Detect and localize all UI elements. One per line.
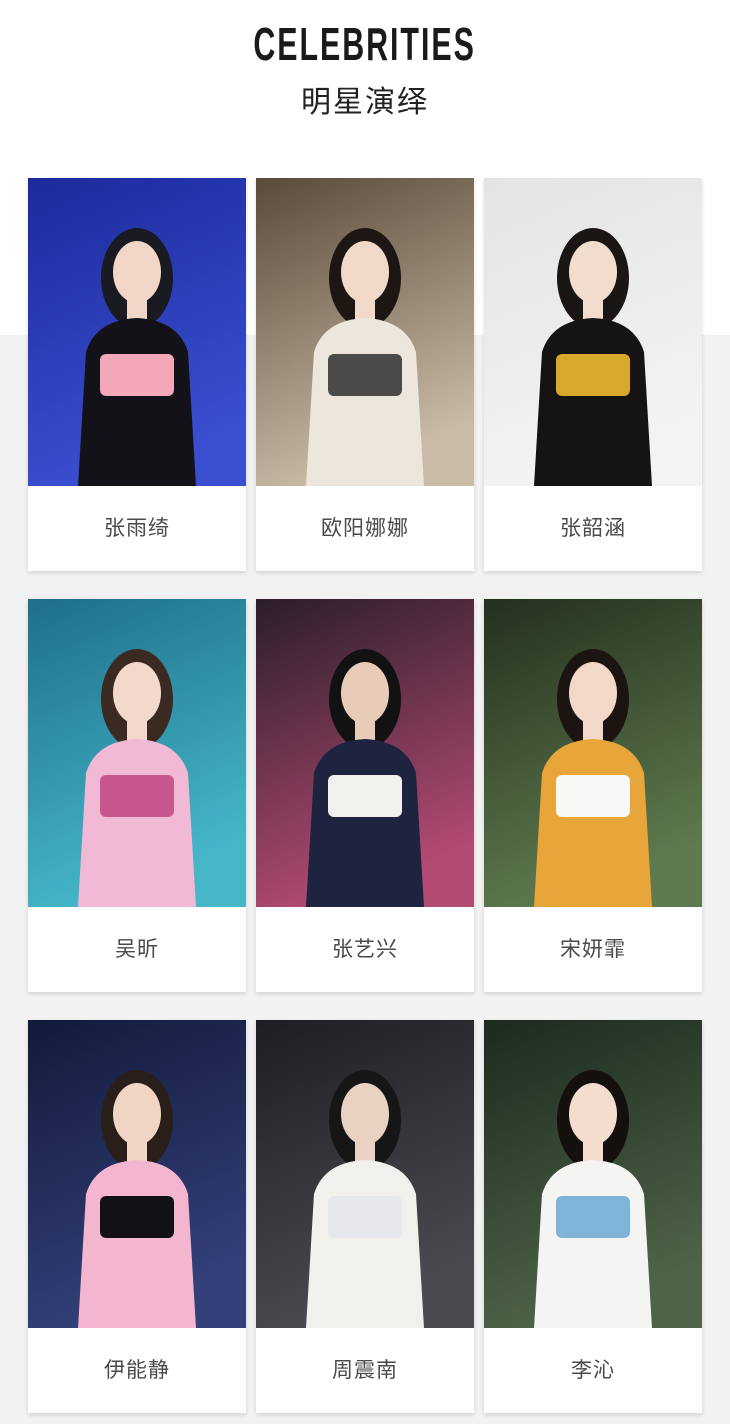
figure-head [113,1083,161,1145]
figure-accent [556,1196,630,1238]
figure-head [569,1083,617,1145]
celebrity-card: 周震南 [256,1020,474,1413]
celebrity-card: 张雨绮 [28,178,246,571]
figure-head [341,241,389,303]
figure-body [534,739,652,907]
celebrity-photo [256,599,474,907]
celebrity-photo [256,1020,474,1328]
figure-body [78,1160,196,1328]
celebrity-name: 欧阳娜娜 [321,515,409,540]
figure-accent [328,354,402,396]
photo-placeholder [484,1020,702,1328]
photo-placeholder [28,1020,246,1328]
photo-placeholder [256,599,474,907]
figure-accent [556,775,630,817]
celebrity-photo [28,178,246,486]
figure-head [113,662,161,724]
celebrity-photo [484,599,702,907]
section-title: CELEBRITIES [0,21,730,67]
figure-body [306,739,424,907]
celebrity-name: 吴昕 [115,936,159,961]
celebrity-card: 欧阳娜娜 [256,178,474,571]
figure-accent [556,354,630,396]
figure-head [341,1083,389,1145]
celebrity-card: 伊能静 [28,1020,246,1413]
figure-accent [100,775,174,817]
figure-head [341,662,389,724]
photo-placeholder [256,178,474,486]
celebrity-card: 张韶涵 [484,178,702,571]
celebrity-photo [484,178,702,486]
photo-placeholder [484,599,702,907]
celebrity-card: 宋妍霏 [484,599,702,992]
celebrity-card: 李沁 [484,1020,702,1413]
celebrity-name: 周震南 [332,1357,398,1382]
celebrity-name: 张艺兴 [332,936,398,961]
celebrity-grid: 张雨绮 欧阳娜娜 张韶涵 吴昕 张艺兴 宋妍霏 伊能静 周震南 李沁 [28,178,702,1413]
figure-body [534,1160,652,1328]
celebrity-photo [28,599,246,907]
section-title-text: CELEBRITIES [253,18,477,70]
celebrity-name: 李沁 [571,1357,615,1382]
celebrity-photo [28,1020,246,1328]
celebrity-name: 张韶涵 [560,515,626,540]
figure-head [113,241,161,303]
photo-placeholder [28,178,246,486]
celebrity-name: 宋妍霏 [560,936,626,961]
figure-accent [100,354,174,396]
photo-placeholder [256,1020,474,1328]
figure-body [306,1160,424,1328]
celebrity-photo [256,178,474,486]
figure-accent [328,775,402,817]
celebrity-card: 吴昕 [28,599,246,992]
figure-body [306,318,424,486]
figure-head [569,662,617,724]
figure-accent [100,1196,174,1238]
section-subtitle: 明星演绎 [301,85,429,120]
photo-placeholder [484,178,702,486]
figure-body [78,739,196,907]
celebrity-name: 张雨绮 [104,515,170,540]
figure-body [78,318,196,486]
celebrity-photo [484,1020,702,1328]
celebrity-name: 伊能静 [104,1357,170,1382]
figure-accent [328,1196,402,1238]
photo-placeholder [28,599,246,907]
figure-head [569,241,617,303]
celebrity-card: 张艺兴 [256,599,474,992]
figure-body [534,318,652,486]
